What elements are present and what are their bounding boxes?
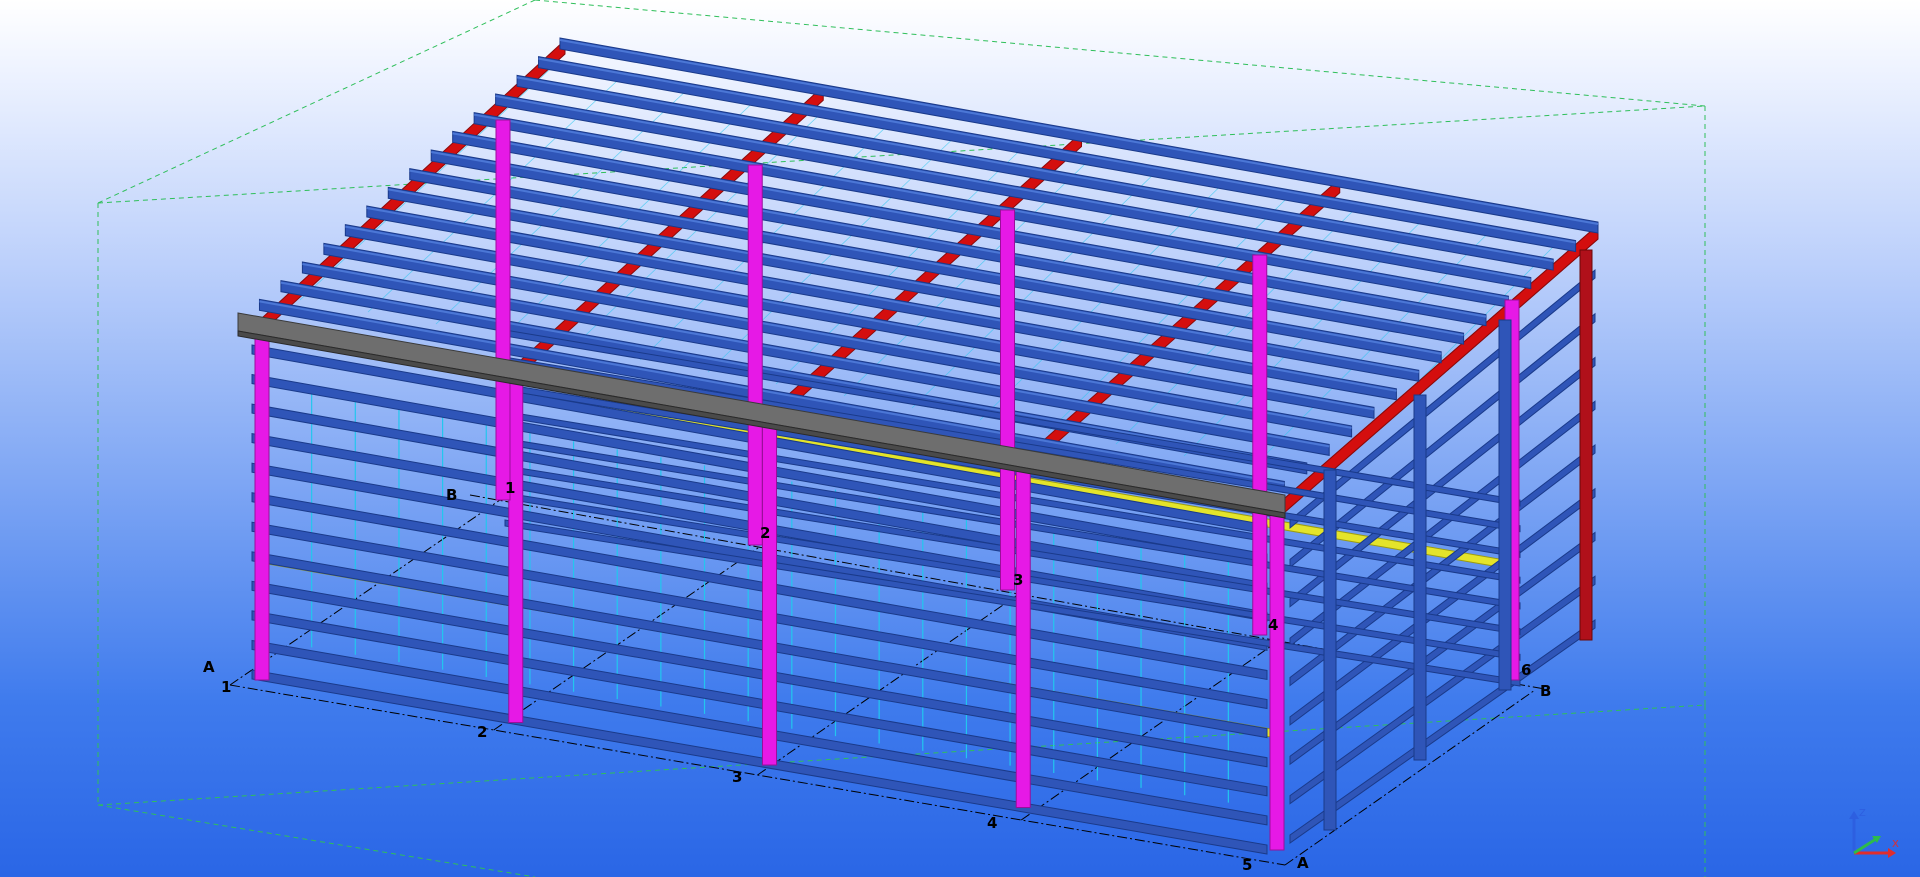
grid-label-2-back: 2 bbox=[760, 524, 770, 542]
grid-label-b-left: B bbox=[446, 486, 457, 504]
front-column bbox=[254, 319, 270, 681]
structural-model-3d-view[interactable]: A 1 2 3 4 5 A B 1 2 3 4 6 B bbox=[0, 0, 1920, 877]
grid-label-a-left: A bbox=[203, 658, 215, 676]
grid-label-6-back: 6 bbox=[1521, 661, 1531, 679]
model-viewport[interactable]: A 1 2 3 4 5 A B 1 2 3 4 6 B Z X bbox=[0, 0, 1920, 877]
grid-label-b-right: B bbox=[1540, 682, 1551, 700]
back-column bbox=[747, 164, 763, 546]
grid-label-1-back: 1 bbox=[505, 479, 515, 497]
work-area-edge bbox=[97, 0, 536, 204]
axis-z-label: Z bbox=[1859, 808, 1866, 819]
end-wall-post bbox=[1498, 319, 1512, 691]
end-wall-post bbox=[1323, 469, 1337, 831]
grid-label-4-front: 4 bbox=[987, 814, 997, 832]
grid-label-5-front: 5 bbox=[1242, 856, 1252, 874]
front-column bbox=[762, 412, 777, 766]
axis-triad-icon[interactable]: Z X bbox=[1842, 805, 1902, 865]
front-column bbox=[508, 365, 524, 723]
gable-column bbox=[1579, 249, 1593, 641]
grid-label-3-front: 3 bbox=[732, 768, 742, 786]
grid-label-a-right: A bbox=[1297, 854, 1309, 872]
front-column bbox=[1015, 458, 1031, 808]
grid-label-1-front: 1 bbox=[221, 678, 231, 696]
front-column bbox=[1269, 504, 1285, 851]
grid-label-3-back: 3 bbox=[1013, 571, 1023, 589]
end-wall-post bbox=[1413, 394, 1427, 761]
back-column bbox=[495, 119, 511, 501]
work-area-edge bbox=[97, 804, 536, 877]
back-column bbox=[1000, 209, 1015, 591]
grid-label-2-front: 2 bbox=[477, 723, 487, 741]
grid-label-4-back: 4 bbox=[1268, 616, 1278, 634]
back-column bbox=[1252, 254, 1268, 636]
axis-x-label: X bbox=[1892, 839, 1899, 850]
